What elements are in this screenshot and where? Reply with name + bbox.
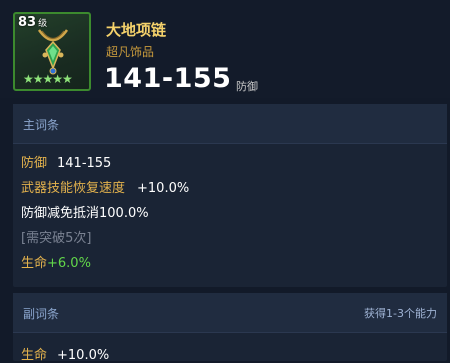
stat-label: 生命 xyxy=(21,256,48,271)
item-name: 大地项链 xyxy=(106,21,167,39)
stat-value: +10.0% xyxy=(137,181,190,196)
stat-row: [需突破5次] xyxy=(21,227,91,246)
stat-row: 防御 141-155 xyxy=(21,152,111,171)
main-stats-panel: 主词条 防御 141-155 武器技能恢复速度 +10.0% 防御减免抵消100.0… xyxy=(13,104,447,287)
stat-row: 防御减免抵消100.0% xyxy=(21,202,149,221)
main-stat-value: 141-155 xyxy=(104,63,232,94)
rating-stars: ★★★★★ xyxy=(23,72,73,86)
necklace-icon xyxy=(37,29,69,75)
main-stats-header: 主词条 xyxy=(13,104,447,144)
stat-label: 防御减免抵消100.0% xyxy=(21,206,149,221)
sub-stats-title: 副词条 xyxy=(23,307,60,321)
sub-stats-note: 获得1-3个能力 xyxy=(364,307,437,320)
stat-value: +6.0% xyxy=(47,256,91,271)
stat-row: 武器技能恢复速度 +10.0% xyxy=(21,177,189,196)
main-stats-title: 主词条 xyxy=(23,118,60,132)
item-rarity: 超凡饰品 xyxy=(106,45,155,59)
stat-requirement: [需突破5次] xyxy=(21,231,92,246)
item-icon-frame[interactable]: 83 级 ★★★★★ xyxy=(13,12,91,91)
stat-value: 141-155 xyxy=(57,156,112,171)
stat-label: 防御 xyxy=(21,156,48,171)
stat-row: 生命 +10.0% xyxy=(21,344,109,363)
main-stat-label: 防御 xyxy=(236,80,258,93)
sub-stats-panel: 副词条 获得1-3个能力 生命 +10.0% xyxy=(13,293,447,363)
stat-label: 武器技能恢复速度 xyxy=(21,181,126,196)
item-header: 83 级 ★★★★★ 大地项链 超凡饰品 141-155 防御 xyxy=(0,0,450,98)
stat-row: 生命+6.0% xyxy=(21,252,91,271)
sub-stats-header: 副词条 获得1-3个能力 xyxy=(13,293,447,333)
